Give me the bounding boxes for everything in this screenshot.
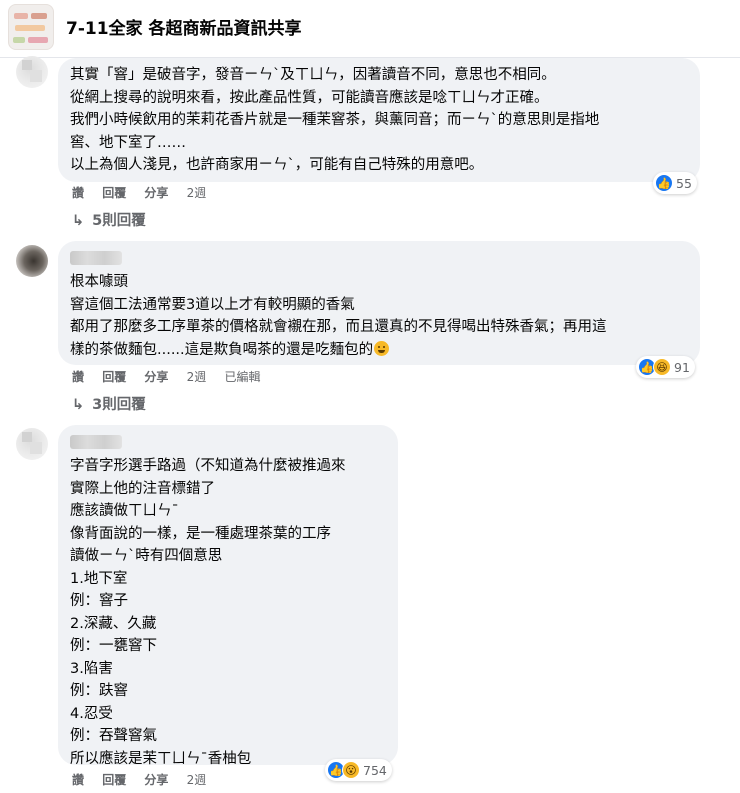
commenter-avatar[interactable] — [16, 428, 48, 460]
replies-count-label: 3則回覆 — [92, 397, 146, 413]
comment-bubble: 根本噱頭 窨這個工法通常要3道以上才有較明顯的香氣 都用了那麼多工序單茶的價格就… — [58, 241, 700, 365]
wow-reaction-icon: 😮 — [342, 761, 360, 779]
comment-timestamp[interactable]: 2週 — [187, 773, 207, 787]
replies-count-label: 5則回覆 — [92, 213, 146, 229]
comment-bubble: 其實「窨」是破音字，發音ㄧㄣˋ及ㄒㄩㄣ，因著讀音不同，意思也不相同。 從網上搜尋… — [58, 58, 700, 182]
comment-text-line: 像背面說的一樣，是一種處理茶葉的工序 — [70, 525, 331, 542]
reply-arrow-icon: ↳ — [72, 213, 85, 229]
view-replies-link[interactable]: ↳ 3則回覆 — [72, 393, 146, 414]
share-button[interactable]: 分享 — [144, 186, 168, 200]
reaction-count: 91 — [674, 359, 690, 375]
reply-arrow-icon: ↳ — [72, 397, 85, 413]
reaction-summary[interactable]: 👍 55 — [653, 172, 697, 194]
author-name-redacted[interactable] — [70, 435, 122, 449]
comment-text-line: 4.忍受 — [70, 705, 113, 722]
comment-text-line: 窨這個工法通常要3道以上才有較明顯的香氣 — [70, 296, 355, 313]
reaction-summary[interactable]: 👍 😆 91 — [636, 356, 695, 378]
share-button[interactable]: 分享 — [144, 773, 168, 787]
share-button[interactable]: 分享 — [144, 370, 168, 384]
comment-text-line: 實際上他的注音標錯了 — [70, 480, 215, 497]
comment-text-fragment: 樣的茶做麵包......這是欺負喝茶的還是吃麵包的 — [70, 341, 374, 358]
reaction-summary[interactable]: 👍 😮 754 — [325, 759, 392, 781]
reply-button[interactable]: 回覆 — [102, 370, 126, 384]
comment-text-line: 例：一甕窨下 — [70, 638, 157, 654]
reply-button[interactable]: 回覆 — [102, 186, 126, 200]
reaction-count: 55 — [676, 175, 692, 191]
like-button[interactable]: 讚 — [72, 186, 84, 200]
reaction-count: 754 — [363, 762, 387, 778]
like-button[interactable]: 讚 — [72, 773, 84, 787]
comment-text-line: 3.陷害 — [70, 660, 113, 677]
haha-reaction-icon: 😆 — [653, 358, 671, 376]
comment-text-line: 字音字形選手路過（不知道為什麼被推過來 — [70, 458, 346, 474]
comment-text-line: 例：趺窨 — [70, 683, 128, 699]
commenter-avatar[interactable] — [16, 56, 48, 88]
thinking-face-icon — [374, 340, 390, 356]
comment-text-line: 都用了那麼多工序單茶的價格就會襯在那，而且還真的不見得喝出特殊香氣；再用這 — [70, 319, 607, 335]
comment-text-line: 窖、地下室了…… — [70, 134, 186, 151]
author-name-redacted[interactable] — [70, 251, 122, 265]
comment-bubble: 字音字形選手路過（不知道為什麼被推過來 實際上他的注音標錯了 應該讀做ㄒㄩㄣˉ … — [58, 425, 398, 767]
commenter-avatar[interactable] — [16, 245, 48, 277]
like-button[interactable]: 讚 — [72, 370, 84, 384]
group-header: 7-11全家 各超商新品資訊共享 — [0, 0, 740, 58]
comment-actions: 讚 回覆 分享 2週 — [72, 771, 220, 788]
comment-text-line: 以上為個人淺見，也許商家用ㄧㄣˋ，可能有自己特殊的用意吧。 — [70, 157, 484, 173]
comment-text-line: 我們小時候飲用的茉莉花香片就是一種茉窨茶，與薰同音；而ㄧㄣˋ的意思則是指地 — [70, 112, 600, 128]
comment-text-line: 讀做ㄧㄣˋ時有四個意思 — [70, 548, 223, 564]
comment-text-line: 例：窨子 — [70, 593, 128, 609]
comment-text-line: 樣的茶做麵包......這是欺負喝茶的還是吃麵包的 — [70, 339, 688, 362]
comment-text-line: 應該讀做ㄒㄩㄣˉ — [70, 503, 179, 519]
comment-text-line: 2.深藏、久藏 — [70, 615, 157, 632]
comment-timestamp[interactable]: 2週 — [187, 186, 207, 200]
comment-text-line: 1.地下室 — [70, 570, 128, 587]
comment-actions: 讚 回覆 分享 2週 已編輯 — [72, 368, 274, 385]
reply-button[interactable]: 回覆 — [102, 773, 126, 787]
comment-text-line: 其實「窨」是破音字，發音ㄧㄣˋ及ㄒㄩㄣ，因著讀音不同，意思也不相同。 — [70, 67, 556, 83]
group-avatar[interactable] — [8, 4, 54, 50]
view-replies-link[interactable]: ↳ 5則回覆 — [72, 209, 146, 230]
group-title[interactable]: 7-11全家 各超商新品資訊共享 — [66, 14, 301, 39]
like-reaction-icon: 👍 — [655, 174, 673, 192]
comment-text-line: 根本噱頭 — [70, 274, 128, 290]
comment-actions: 讚 回覆 分享 2週 — [72, 184, 220, 201]
comment-timestamp[interactable]: 2週 — [187, 370, 207, 384]
comment-text-line: 例：吞聲窨氣 — [70, 728, 157, 744]
comment-text-line: 從網上搜尋的說明來看，按此產品性質，可能讀音應該是唸ㄒㄩㄣ才正確。 — [70, 89, 549, 106]
edited-label: 已編輯 — [224, 370, 261, 384]
